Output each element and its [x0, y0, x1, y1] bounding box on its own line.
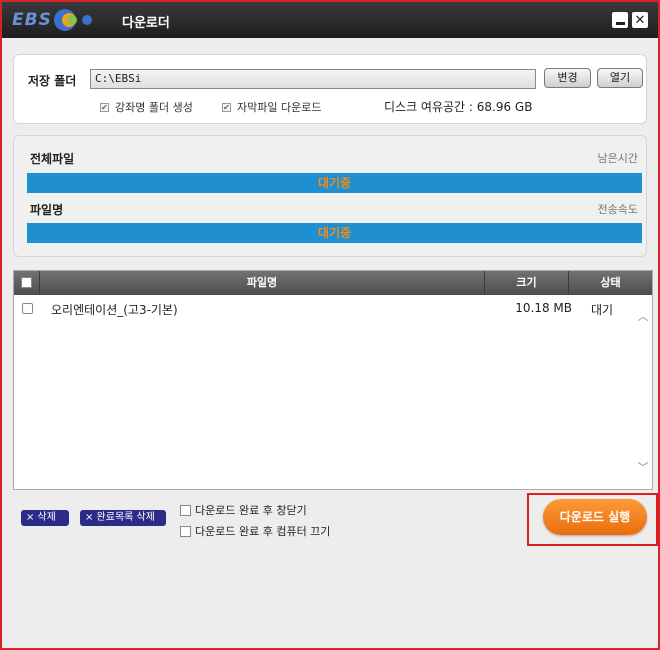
close-after-download-label: 다운로드 완료 후 창닫기 [195, 504, 307, 517]
save-settings-panel: 저장 폴더 C:\EBSi 변경 열기 ✔ 강좌명 폴더 생성 ✔ 자막파일 다… [13, 54, 647, 124]
table-header: 파일명 크기 상태 [14, 271, 652, 295]
table-row[interactable]: 오리엔테이션_(고3-기본) 10.18 MB 대기 [14, 296, 634, 320]
downloader-window: EBS 다운로더 ✕ 저장 폴더 C:\EBSi 변경 열기 ✔ 강좌명 폴더 … [0, 0, 660, 650]
column-status[interactable]: 상태 [569, 271, 652, 295]
file-progress-bar: 대기중 [27, 223, 642, 243]
logo-mark-icon [53, 8, 98, 32]
lecture-folder-option[interactable]: ✔ 강좌명 폴더 생성 [100, 99, 193, 115]
save-folder-field[interactable]: C:\EBSi [90, 69, 536, 89]
close-button[interactable]: ✕ [632, 12, 648, 28]
minimize-button[interactable] [612, 12, 628, 28]
file-list-table: 파일명 크기 상태 오리엔테이션_(고3-기본) 10.18 MB 대기 ︿ ﹀ [13, 270, 653, 490]
checked-icon: ✔ [222, 102, 231, 112]
transfer-speed-label: 전송속도 [597, 203, 638, 216]
row-file-status: 대기 [591, 303, 614, 317]
lecture-folder-label: 강좌명 폴더 생성 [115, 101, 193, 114]
total-progress-bar: 대기중 [27, 173, 642, 193]
checkbox-icon [180, 525, 191, 537]
subtitle-download-label: 자막파일 다운로드 [237, 101, 322, 114]
delete-completed-button[interactable]: × 완료목록 삭제 [80, 510, 166, 526]
title-bar[interactable]: EBS 다운로더 ✕ [2, 2, 658, 38]
logo-text: EBS [12, 10, 52, 30]
total-files-label: 전체파일 [30, 152, 75, 166]
run-download-button[interactable]: 다운로드 실행 [543, 499, 647, 535]
row-file-name: 오리엔테이션_(고3-기본) [51, 303, 178, 317]
ebs-logo: EBS [12, 8, 98, 32]
disk-space-text: 디스크 여유공간 : 68.96 GB [384, 100, 533, 114]
checkbox-icon [180, 504, 191, 516]
column-size[interactable]: 크기 [485, 271, 569, 295]
shutdown-after-download-option[interactable]: 다운로드 완료 후 컴퓨터 끄기 [180, 523, 330, 539]
save-folder-label: 저장 폴더 [28, 74, 77, 88]
column-name[interactable]: 파일명 [40, 271, 485, 295]
subtitle-download-option[interactable]: ✔ 자막파일 다운로드 [222, 99, 321, 115]
delete-button[interactable]: × 삭제 [21, 510, 69, 526]
row-checkbox[interactable] [22, 303, 33, 314]
open-folder-button[interactable]: 열기 [597, 68, 643, 88]
shutdown-after-download-label: 다운로드 완료 후 컴퓨터 끄기 [195, 525, 331, 538]
checked-icon: ✔ [100, 102, 109, 112]
row-file-size: 10.18 MB [515, 301, 572, 315]
window-title: 다운로더 [122, 16, 170, 31]
progress-panel: 전체파일 남은시간 대기중 파일명 전송속도 대기중 [13, 135, 647, 257]
close-icon: ✕ [634, 12, 646, 28]
remaining-time-label: 남은시간 [597, 152, 638, 165]
minimize-icon [615, 21, 625, 25]
scroll-down-icon[interactable]: ﹀ [636, 459, 650, 474]
close-after-download-option[interactable]: 다운로드 완료 후 창닫기 [180, 502, 307, 518]
change-folder-button[interactable]: 변경 [544, 68, 591, 88]
select-all-checkbox[interactable] [14, 271, 40, 295]
scroll-up-icon[interactable]: ︿ [636, 308, 650, 323]
file-name-label: 파일명 [30, 203, 64, 217]
